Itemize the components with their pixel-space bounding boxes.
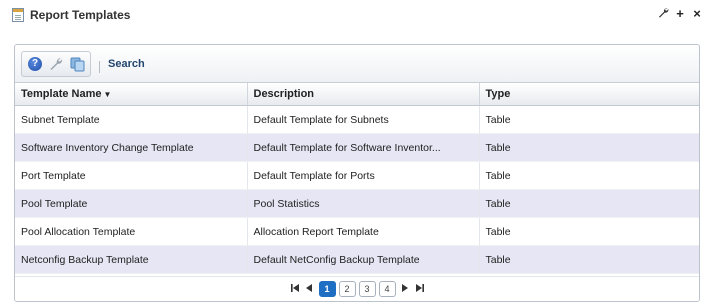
pagination: 1 2 3 4 bbox=[15, 276, 699, 301]
cell-template-name: Netconfig Backup Template bbox=[15, 245, 248, 274]
page-2-button[interactable]: 2 bbox=[338, 281, 356, 297]
copy-icon bbox=[70, 57, 84, 71]
cell-template-name: Port Template bbox=[15, 161, 248, 190]
prev-page-button[interactable] bbox=[304, 284, 316, 294]
first-page-button[interactable] bbox=[289, 284, 301, 294]
first-page-icon bbox=[290, 284, 299, 292]
search-link[interactable]: Search bbox=[108, 51, 145, 77]
help-icon: ? bbox=[28, 57, 42, 71]
page-title: Report Templates bbox=[30, 8, 131, 22]
wrench-icon bbox=[50, 58, 63, 70]
report-document-icon bbox=[12, 8, 24, 22]
cell-description: Allocation Report Template bbox=[247, 217, 480, 246]
cell-description: Default Template for Ports bbox=[247, 161, 480, 190]
toolbar-separator bbox=[99, 60, 100, 73]
toolbar: ? Search bbox=[15, 45, 699, 83]
templates-panel: ? Search Template Name ▼ Description Type bbox=[14, 44, 700, 302]
help-button[interactable]: ? bbox=[26, 55, 44, 73]
table-row[interactable]: Netconfig Backup Template Default NetCon… bbox=[15, 245, 699, 274]
page-4-button[interactable]: 4 bbox=[378, 281, 396, 297]
plus-icon[interactable]: + bbox=[675, 7, 685, 21]
next-page-icon bbox=[402, 284, 408, 292]
table-row[interactable]: Pool Allocation Template Allocation Repo… bbox=[15, 217, 699, 246]
page-1-button[interactable]: 1 bbox=[318, 281, 336, 297]
cell-type: Table bbox=[479, 105, 699, 134]
table-row[interactable]: Port Template Default Template for Ports… bbox=[15, 161, 699, 190]
column-header-type[interactable]: Type bbox=[479, 83, 699, 106]
prev-page-icon bbox=[306, 284, 312, 292]
close-icon[interactable]: × bbox=[692, 7, 702, 21]
templates-table: Template Name ▼ Description Type Subnet T… bbox=[15, 83, 699, 274]
wrench-button[interactable] bbox=[47, 55, 65, 73]
table-row[interactable]: Subnet Template Default Template for Sub… bbox=[15, 105, 699, 134]
next-page-button[interactable] bbox=[399, 284, 411, 294]
cell-template-name: Pool Allocation Template bbox=[15, 217, 248, 246]
table-header-row: Template Name ▼ Description Type bbox=[15, 83, 699, 106]
window-controls: + × bbox=[658, 7, 702, 21]
last-page-button[interactable] bbox=[414, 284, 426, 294]
title-bar: Report Templates bbox=[12, 6, 130, 24]
cell-type: Table bbox=[479, 217, 699, 246]
column-header-template-name[interactable]: Template Name ▼ bbox=[15, 83, 248, 106]
sort-desc-icon: ▼ bbox=[103, 90, 112, 99]
cell-template-name: Subnet Template bbox=[15, 105, 248, 134]
cell-template-name: Software Inventory Change Template bbox=[15, 133, 248, 162]
toolbar-button-group: ? bbox=[21, 51, 91, 77]
table-row[interactable]: Software Inventory Change Template Defau… bbox=[15, 133, 699, 162]
cell-type: Table bbox=[479, 161, 699, 190]
cell-description: Default NetConfig Backup Template bbox=[247, 245, 480, 274]
cell-type: Table bbox=[479, 133, 699, 162]
cell-description: Default Template for Software Inventor..… bbox=[247, 133, 480, 162]
cell-description: Pool Statistics bbox=[247, 189, 480, 218]
cell-type: Table bbox=[479, 245, 699, 274]
copy-button[interactable] bbox=[68, 55, 86, 73]
column-header-description[interactable]: Description bbox=[247, 83, 480, 106]
table-row[interactable]: Pool Template Pool Statistics Table bbox=[15, 189, 699, 218]
last-page-icon bbox=[415, 284, 424, 292]
cell-type: Table bbox=[479, 189, 699, 218]
page-3-button[interactable]: 3 bbox=[358, 281, 376, 297]
wrench-icon[interactable] bbox=[658, 7, 669, 21]
cell-template-name: Pool Template bbox=[15, 189, 248, 218]
cell-description: Default Template for Subnets bbox=[247, 105, 480, 134]
